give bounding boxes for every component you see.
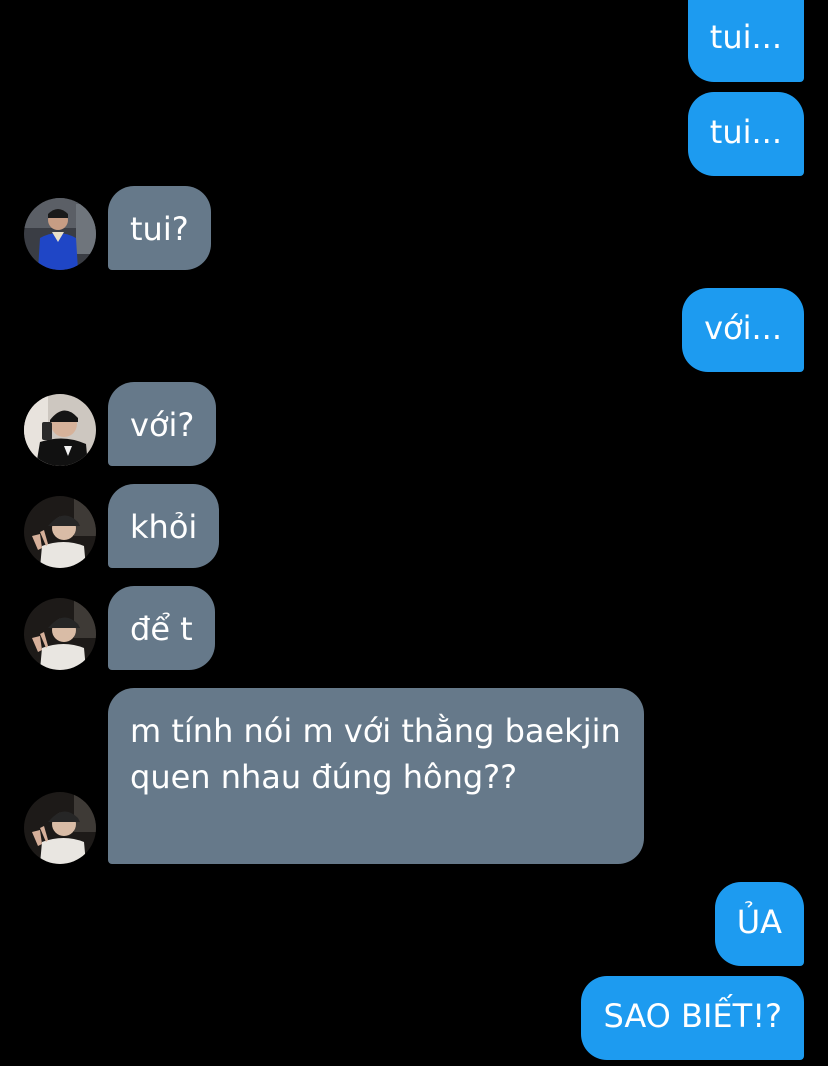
message-text: tui... [709,18,782,56]
incoming-message-bubble[interactable]: khỏi [108,484,220,568]
message-text: với... [704,309,782,347]
message-text: tui? [130,210,189,248]
avatar-mirror-selfie[interactable] [24,394,96,466]
avatar-cap-peace[interactable] [24,792,96,864]
message-text: ỦA [736,903,782,941]
outgoing-message-bubble[interactable]: với... [682,288,804,372]
profile-photo-icon [24,198,96,270]
incoming-message-bubble[interactable]: với? [108,382,217,466]
message-text: SAO BIẾT!? [603,997,782,1035]
message-text: khỏi [130,508,198,546]
incoming-message-bubble[interactable]: tui? [108,186,211,270]
message-text: để t [130,610,193,648]
outgoing-message-bubble[interactable]: tui... [687,92,804,176]
incoming-message-bubble[interactable]: m tính nói m với thằng baekjin quen nhau… [108,688,644,864]
profile-photo-icon [24,598,96,670]
outgoing-message-bubble[interactable]: SAO BIẾT!? [581,976,804,1060]
avatar-cap-peace[interactable] [24,496,96,568]
incoming-message-bubble[interactable]: để t [108,586,215,670]
message-text: tui... [709,113,782,151]
profile-photo-icon [24,792,96,864]
chat-thread: tui... tui... tui? với... với? khỏi để t… [0,0,828,1066]
profile-photo-icon [24,394,96,466]
outgoing-message-bubble[interactable]: tui... [687,0,804,82]
outgoing-message-bubble[interactable]: ỦA [714,882,804,966]
profile-photo-icon [24,496,96,568]
avatar-cap-peace[interactable] [24,598,96,670]
avatar-blue-jacket[interactable] [24,198,96,270]
message-text: m tính nói m với thằng baekjin quen nhau… [130,712,621,796]
message-text: với? [130,406,195,444]
